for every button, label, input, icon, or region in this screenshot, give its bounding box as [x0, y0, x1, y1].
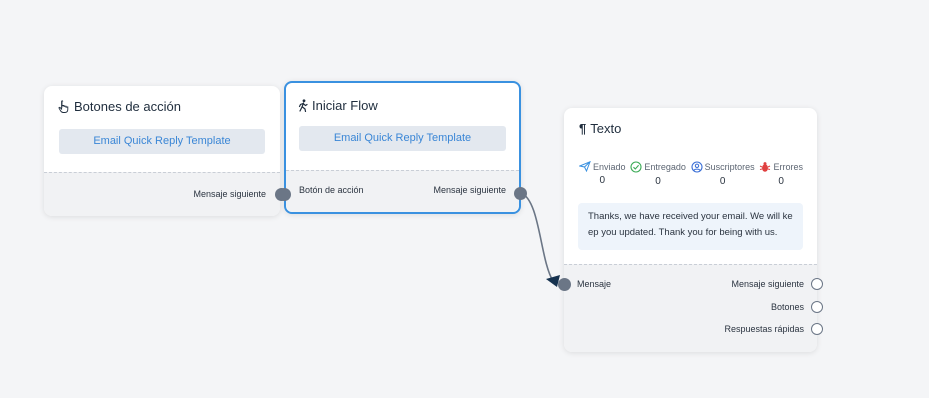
stat-label: Errores	[773, 162, 803, 172]
check-circle-icon	[630, 161, 642, 173]
send-icon	[579, 161, 591, 172]
node-title-text: Botones de acción	[74, 99, 181, 114]
stats-row: Enviado 0 Entregado 0 Suscriptores 0 Err…	[579, 161, 803, 187]
node-title: ¶ Texto	[579, 121, 621, 136]
stat-enviado: Enviado 0	[579, 161, 626, 187]
output-port[interactable]	[514, 187, 527, 200]
stat-suscriptores: Suscriptores 0	[691, 161, 755, 187]
node-title: Iniciar Flow	[298, 98, 378, 113]
output-label: Mensaje siguiente	[193, 189, 266, 199]
stat-label: Entregado	[644, 162, 686, 172]
node-iniciar-flow[interactable]: Iniciar Flow Email Quick Reply Template …	[278, 81, 527, 214]
node-title: Botones de acción	[58, 99, 181, 114]
template-button[interactable]: Email Quick Reply Template	[299, 126, 506, 151]
input-port[interactable]	[278, 188, 291, 201]
node-title-text: Iniciar Flow	[312, 98, 378, 113]
stat-value: 0	[778, 176, 784, 187]
output-label-botones: Botones	[770, 302, 804, 312]
stat-label: Suscriptores	[704, 162, 755, 172]
stat-label: Enviado	[593, 161, 626, 172]
stat-value: 0	[655, 176, 661, 187]
stat-value: 0	[719, 176, 726, 187]
stat-errores: Errores 0	[759, 161, 803, 187]
template-button[interactable]: Email Quick Reply Template	[59, 129, 265, 154]
bug-icon	[760, 162, 771, 172]
node-texto[interactable]: ¶ Texto Enviado 0 Entregado 0 Suscriptor…	[558, 108, 823, 352]
output-label-respuestas-rapidas: Respuestas rápidas	[724, 324, 804, 334]
output-label: Mensaje siguiente	[433, 185, 506, 195]
input-label: Mensaje	[577, 279, 612, 289]
node-botones-de-accion[interactable]: Botones de acción Email Quick Reply Temp…	[44, 86, 288, 216]
stat-value: 0	[599, 175, 606, 186]
running-person-icon	[298, 99, 308, 112]
connection-wire[interactable]	[520, 192, 554, 282]
input-port[interactable]	[558, 278, 571, 291]
node-footer: Mensaje Mensaje siguiente Botones Respue…	[564, 264, 817, 352]
node-footer: Botón de acción Mensaje siguiente	[286, 170, 519, 212]
pilcrow-icon: ¶	[579, 121, 587, 136]
user-circle-icon	[691, 161, 703, 173]
output-port-botones[interactable]	[811, 301, 823, 313]
input-label: Botón de acción	[299, 185, 364, 195]
flow-canvas[interactable]: Botones de acción Email Quick Reply Temp…	[0, 0, 929, 398]
output-port-respuestas-rapidas[interactable]	[811, 323, 823, 335]
output-port-mensaje-siguiente[interactable]	[811, 278, 823, 290]
node-footer: Mensaje siguiente	[44, 172, 280, 216]
output-label-mensaje-siguiente: Mensaje siguiente	[731, 279, 804, 289]
pointing-hand-icon	[58, 100, 69, 113]
message-bubble[interactable]: Thanks, we have received your email. We …	[578, 203, 803, 250]
node-title-text: Texto	[590, 121, 622, 136]
stat-entregado: Entregado 0	[630, 161, 686, 187]
